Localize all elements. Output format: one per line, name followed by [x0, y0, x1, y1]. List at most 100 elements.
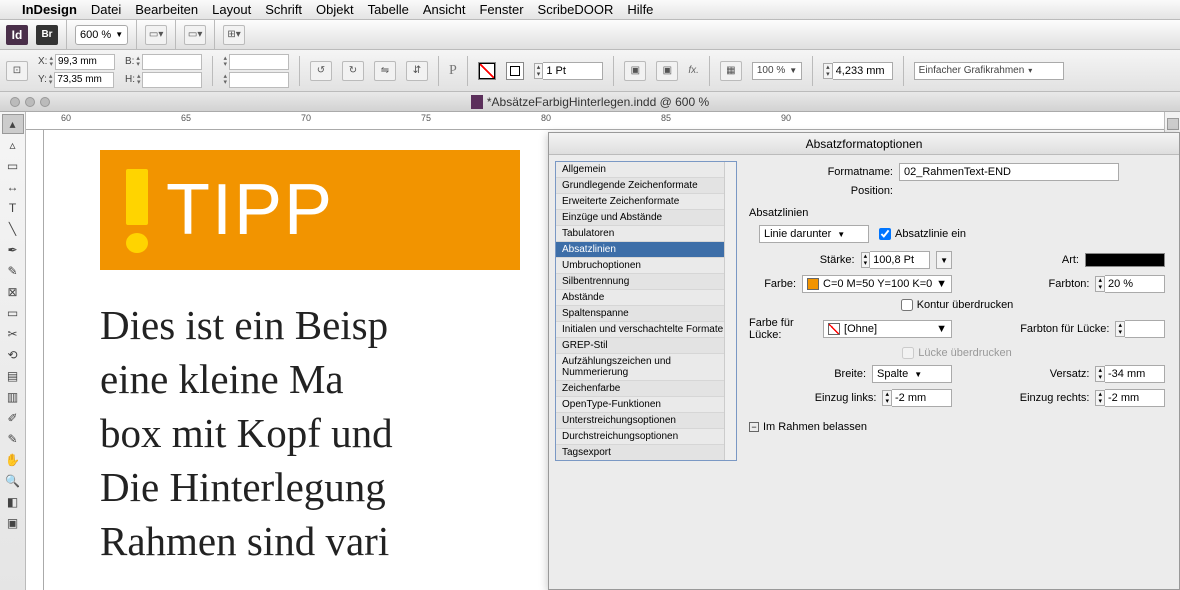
paragraph-mode-icon[interactable]: P — [449, 63, 457, 79]
scale-x-input[interactable] — [229, 54, 289, 70]
fx-button[interactable]: fx. — [688, 65, 699, 76]
menu-tabelle[interactable]: Tabelle — [368, 2, 409, 17]
menu-hilfe[interactable]: Hilfe — [627, 2, 653, 17]
stroke-weight-input[interactable]: ▴▾ — [534, 62, 604, 80]
list-item[interactable]: GREP-Stil — [556, 338, 736, 354]
menu-layout[interactable]: Layout — [212, 2, 251, 17]
scale-y-input[interactable] — [229, 72, 289, 88]
frame-type-select[interactable]: Einfacher Grafikrahmen▾ — [914, 62, 1064, 80]
flip-h-icon[interactable]: ⇋ — [374, 61, 396, 81]
tipp-heading-text: TIPP — [166, 169, 334, 251]
window-close-icon[interactable] — [10, 97, 20, 107]
offset-input[interactable]: ▴▾ — [1095, 365, 1165, 383]
gradient-tool[interactable]: ▤ — [2, 366, 24, 386]
menu-objekt[interactable]: Objekt — [316, 2, 354, 17]
rectangle-tool[interactable]: ▭ — [2, 303, 24, 323]
width-select[interactable]: Spalte▼ — [872, 365, 952, 383]
list-item[interactable]: Umbruchoptionen — [556, 258, 736, 274]
list-item-selected[interactable]: Absatzlinien — [556, 242, 736, 258]
rule-on-checkbox[interactable]: Absatzlinie ein — [879, 228, 966, 240]
w-input[interactable] — [142, 54, 202, 70]
list-item[interactable]: Durchstreichungsoptionen — [556, 429, 736, 445]
corner-radius-input[interactable]: ▴▾ — [823, 62, 893, 80]
gap-tint-input[interactable]: ▴▾ — [1115, 320, 1165, 338]
line-tool[interactable]: ╲ — [2, 219, 24, 239]
overprint-stroke-checkbox[interactable]: Kontur überdrucken — [901, 299, 1014, 311]
gap-color-select[interactable]: [Ohne]▼ — [823, 320, 952, 338]
zoom-select[interactable]: 600 %▼ — [75, 25, 128, 45]
rule-position-select[interactable]: Linie darunter▼ — [759, 225, 869, 243]
exclamation-icon — [122, 167, 152, 253]
menu-schrift[interactable]: Schrift — [265, 2, 302, 17]
fill-stroke-toggle[interactable]: ◧ — [2, 492, 24, 512]
formatname-input[interactable] — [899, 163, 1119, 181]
list-item[interactable]: Tabulatoren — [556, 226, 736, 242]
list-item[interactable]: Grundlegende Zeichenformate — [556, 178, 736, 194]
list-item[interactable]: Einzüge und Abstände — [556, 210, 736, 226]
pen-tool[interactable]: ✒ — [2, 240, 24, 260]
flip-v-icon[interactable]: ⇵ — [406, 61, 428, 81]
page-tool[interactable]: ▭ — [2, 156, 24, 176]
rectangle-frame-tool[interactable]: ⊠ — [2, 282, 24, 302]
type-tool[interactable]: T — [2, 198, 24, 218]
rule-type-select[interactable] — [1085, 253, 1165, 267]
list-item[interactable]: Allgemein — [556, 162, 736, 178]
os-menubar: InDesign Datei Bearbeiten Layout Schrift… — [0, 0, 1180, 20]
screen-mode-button[interactable]: ▭▾ — [184, 25, 206, 45]
bridge-icon[interactable]: Br — [36, 25, 58, 45]
list-item[interactable]: Zeichenfarbe — [556, 381, 736, 397]
rotate-ccw-icon[interactable]: ↺ — [310, 61, 332, 81]
text-wrap-icon[interactable]: ▣ — [624, 61, 646, 81]
app-name[interactable]: InDesign — [22, 2, 77, 17]
list-item[interactable]: Unterstreichungsoptionen — [556, 413, 736, 429]
window-zoom-icon[interactable] — [40, 97, 50, 107]
scissors-tool[interactable]: ✂ — [2, 324, 24, 344]
gap-tool[interactable]: ↔ — [2, 177, 24, 197]
h-input[interactable] — [142, 72, 202, 88]
opacity-input[interactable]: 100 %▼ — [752, 62, 802, 80]
screen-mode-tool[interactable]: ▣ — [2, 513, 24, 533]
y-input[interactable] — [54, 72, 114, 88]
color-select[interactable]: C=0 M=50 Y=100 K=0▼ — [802, 275, 952, 293]
text-wrap-icon-2[interactable]: ▣ — [656, 61, 678, 81]
arrange-button[interactable]: ⊞▾ — [223, 25, 245, 45]
view-options-button[interactable]: ▭▾ — [145, 25, 167, 45]
fill-swatch[interactable] — [478, 62, 496, 80]
hand-tool[interactable]: ✋ — [2, 450, 24, 470]
list-item[interactable]: Silbentrennung — [556, 274, 736, 290]
reference-point[interactable]: ⊡ — [6, 61, 28, 81]
list-item[interactable]: Erweiterte Zeichenformate — [556, 194, 736, 210]
list-scrollbar[interactable] — [724, 162, 736, 460]
indent-left-input[interactable]: ▴▾ — [882, 389, 952, 407]
menu-bearbeiten[interactable]: Bearbeiten — [135, 2, 198, 17]
list-item[interactable]: Spaltenspanne — [556, 306, 736, 322]
x-input[interactable] — [55, 54, 115, 70]
list-item[interactable]: Tagsexport — [556, 445, 736, 461]
selection-tool[interactable]: ▴ — [2, 114, 24, 134]
note-tool[interactable]: ✐ — [2, 408, 24, 428]
weight-input[interactable]: ▴▾ — [861, 251, 931, 269]
list-item[interactable]: Abstände — [556, 290, 736, 306]
panel-icon[interactable] — [1167, 118, 1179, 130]
list-item[interactable]: Initialen und verschachtelte Formate — [556, 322, 736, 338]
gradient-feather-tool[interactable]: ▥ — [2, 387, 24, 407]
zoom-tool[interactable]: 🔍 — [2, 471, 24, 491]
menu-scribedoor[interactable]: ScribeDOOR — [538, 2, 614, 17]
indent-right-input[interactable]: ▴▾ — [1095, 389, 1165, 407]
menu-datei[interactable]: Datei — [91, 2, 121, 17]
list-item[interactable]: Aufzählungszeichen und Nummerierung — [556, 354, 736, 381]
tint-input[interactable]: ▴▾ — [1095, 275, 1165, 293]
rotate-cw-icon[interactable]: ↻ — [342, 61, 364, 81]
free-transform-tool[interactable]: ⟲ — [2, 345, 24, 365]
direct-selection-tool[interactable]: ▵ — [2, 135, 24, 155]
pencil-tool[interactable]: ✎ — [2, 261, 24, 281]
keep-in-frame-toggle[interactable]: −Im Rahmen belassen — [749, 421, 1165, 433]
stroke-swatch[interactable] — [506, 62, 524, 80]
control-bar: ⊡ X:▴▾ Y:▴▾ B:▴▾ H:▴▾ ▴▾ ▴▾ ↺ ↻ ⇋ ⇵ P ▴▾… — [0, 50, 1180, 92]
dialog-category-list[interactable]: Allgemein Grundlegende Zeichenformate Er… — [555, 161, 737, 461]
list-item[interactable]: OpenType-Funktionen — [556, 397, 736, 413]
window-minimize-icon[interactable] — [25, 97, 35, 107]
eyedropper-tool[interactable]: ✎ — [2, 429, 24, 449]
menu-ansicht[interactable]: Ansicht — [423, 2, 466, 17]
menu-fenster[interactable]: Fenster — [479, 2, 523, 17]
